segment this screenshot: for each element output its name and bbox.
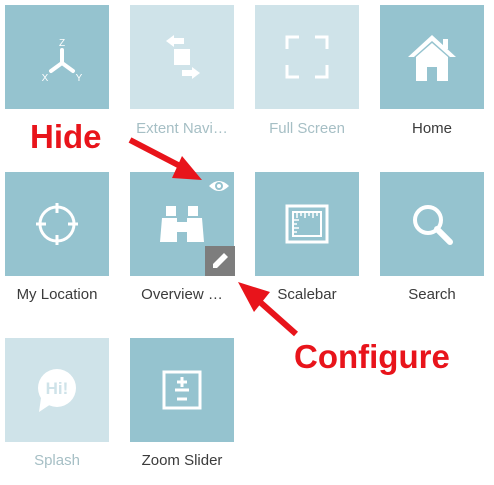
hide-arrow xyxy=(128,137,202,180)
annotation-arrows xyxy=(128,137,298,337)
configure-arrow xyxy=(238,282,298,337)
